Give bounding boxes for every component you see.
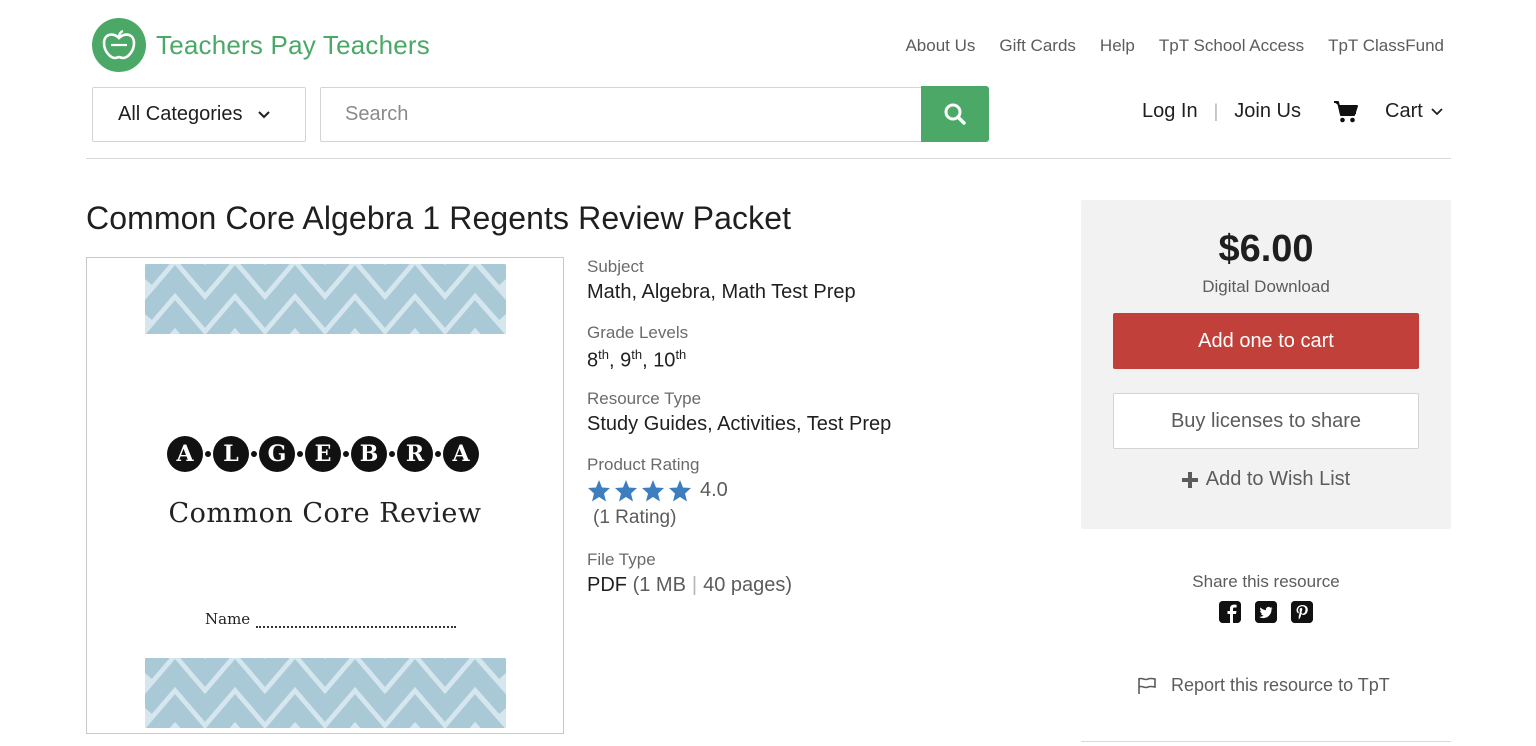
letter-dot — [251, 451, 257, 457]
preview-subtitle: Common Core Review — [168, 498, 482, 529]
grade-suffix: th — [598, 347, 609, 362]
purchase-box: $6.00 Digital Download Add one to cart B… — [1081, 200, 1451, 529]
share-icons — [1081, 601, 1451, 623]
apple-logo-icon — [92, 18, 146, 72]
chevron-banner-top — [145, 264, 506, 334]
login-link[interactable]: Log In — [1142, 100, 1198, 123]
rating-label: Product Rating — [587, 455, 700, 474]
price: $6.00 — [1218, 228, 1314, 270]
filetype-label: File Type — [587, 550, 656, 569]
grade-num: 8 — [587, 349, 599, 372]
filetype-pages: 40 pages) — [703, 574, 793, 596]
pinterest-icon[interactable] — [1291, 601, 1313, 623]
nav-school-access[interactable]: TpT School Access — [1159, 36, 1304, 56]
subject-value[interactable]: Math, Algebra, Math Test Prep — [587, 281, 1027, 304]
star-icon — [669, 480, 691, 502]
algebra-letter: A — [443, 436, 479, 472]
cart-menu[interactable]: Cart — [1385, 100, 1443, 123]
product-title: Common Core Algebra 1 Regents Review Pac… — [86, 200, 792, 236]
rating-stars[interactable]: 4.0 — [587, 479, 1027, 502]
star-icon — [642, 480, 664, 502]
header-divider — [86, 158, 1451, 159]
grade-suffix: th — [675, 347, 687, 362]
grade-num: 9 — [620, 349, 632, 372]
flag-icon — [1138, 677, 1156, 694]
algebra-letter: B — [351, 436, 387, 472]
name-dotted-line — [256, 618, 457, 628]
wish-list-label: Add to Wish List — [1205, 468, 1351, 490]
cart-icon[interactable] — [1333, 100, 1359, 129]
chevron-banner-bottom — [145, 658, 506, 728]
letter-dot — [297, 451, 303, 457]
grade-num: 10 — [653, 349, 676, 372]
letter-dot — [435, 451, 441, 457]
search-input[interactable] — [320, 87, 922, 142]
product-preview-image[interactable]: A L G E B R A Common Core Review Name — [86, 257, 564, 734]
share-label: Share this resource — [1192, 572, 1340, 591]
sidebar-divider — [1081, 741, 1451, 742]
algebra-title-art: A L G E B R A — [167, 436, 479, 472]
rating-value: 4.0 — [700, 479, 728, 501]
account-links: Log In | Join Us — [1142, 100, 1301, 123]
add-to-cart-button[interactable]: Add one to cart — [1113, 313, 1419, 369]
report-resource-link[interactable]: Report this resource to TpT — [1137, 675, 1390, 696]
category-dropdown[interactable]: All Categories — [92, 87, 306, 142]
letter-dot — [389, 451, 395, 457]
search-icon — [944, 103, 966, 125]
filetype-format: PDF — [587, 574, 627, 596]
letter-dot — [205, 451, 211, 457]
brand-logo[interactable]: Teachers Pay Teachers — [92, 18, 430, 72]
report-label: Report this resource to TpT — [1171, 675, 1390, 695]
algebra-letter: R — [397, 436, 433, 472]
brand-name: Teachers Pay Teachers — [156, 29, 430, 60]
subject-label: Subject — [587, 257, 644, 276]
algebra-letter: G — [259, 436, 295, 472]
preview-name-label: Name — [205, 610, 251, 628]
account-separator: | — [1213, 101, 1219, 121]
nav-gift-cards[interactable]: Gift Cards — [999, 36, 1076, 56]
star-icon — [588, 480, 610, 502]
nav-about-us[interactable]: About Us — [905, 36, 975, 56]
algebra-letter: A — [167, 436, 203, 472]
letter-dot — [343, 451, 349, 457]
filetype-value: PDF (1 MB | 40 pages) — [587, 574, 793, 596]
facebook-icon[interactable] — [1219, 601, 1241, 623]
rating-count[interactable]: (1 Rating) — [593, 507, 1027, 529]
star-icon — [615, 480, 637, 502]
filetype-size: (1 MB — [632, 574, 686, 596]
grades-block: Grade Levels 8th, 9th, 10th — [587, 323, 1027, 373]
category-dropdown-label: All Categories — [118, 103, 243, 125]
buy-licenses-button[interactable]: Buy licenses to share — [1113, 393, 1419, 449]
top-nav: About Us Gift Cards Help TpT School Acce… — [905, 36, 1444, 56]
grade-suffix: th — [631, 347, 643, 362]
algebra-letter: L — [213, 436, 249, 472]
chevron-down-icon — [257, 103, 271, 126]
twitter-icon[interactable] — [1255, 601, 1277, 623]
filetype-block: File Type PDF (1 MB | 40 pages) — [587, 550, 1027, 597]
grades-label: Grade Levels — [587, 323, 689, 342]
price-subtitle: Digital Download — [1202, 277, 1330, 296]
join-link[interactable]: Join Us — [1234, 100, 1301, 123]
preview-name-line: Name — [205, 610, 457, 628]
add-to-wish-list-link[interactable]: Add to Wish List — [1081, 468, 1451, 491]
cart-label: Cart — [1385, 100, 1423, 122]
subject-block: Subject Math, Algebra, Math Test Prep — [587, 257, 1027, 304]
resource-value[interactable]: Study Guides, Activities, Test Prep — [587, 413, 1027, 436]
nav-help[interactable]: Help — [1100, 36, 1135, 56]
chevron-down-icon — [1431, 107, 1443, 115]
resource-label: Resource Type — [587, 389, 702, 408]
plus-icon — [1181, 471, 1198, 488]
search-button[interactable] — [921, 86, 989, 142]
rating-block: Product Rating 4.0 (1 Rating) — [587, 455, 1027, 529]
algebra-letter: E — [305, 436, 341, 472]
grades-value[interactable]: 8th, 9th, 10th — [587, 347, 1027, 373]
nav-classfund[interactable]: TpT ClassFund — [1328, 36, 1444, 56]
resource-block: Resource Type Study Guides, Activities, … — [587, 389, 1027, 436]
